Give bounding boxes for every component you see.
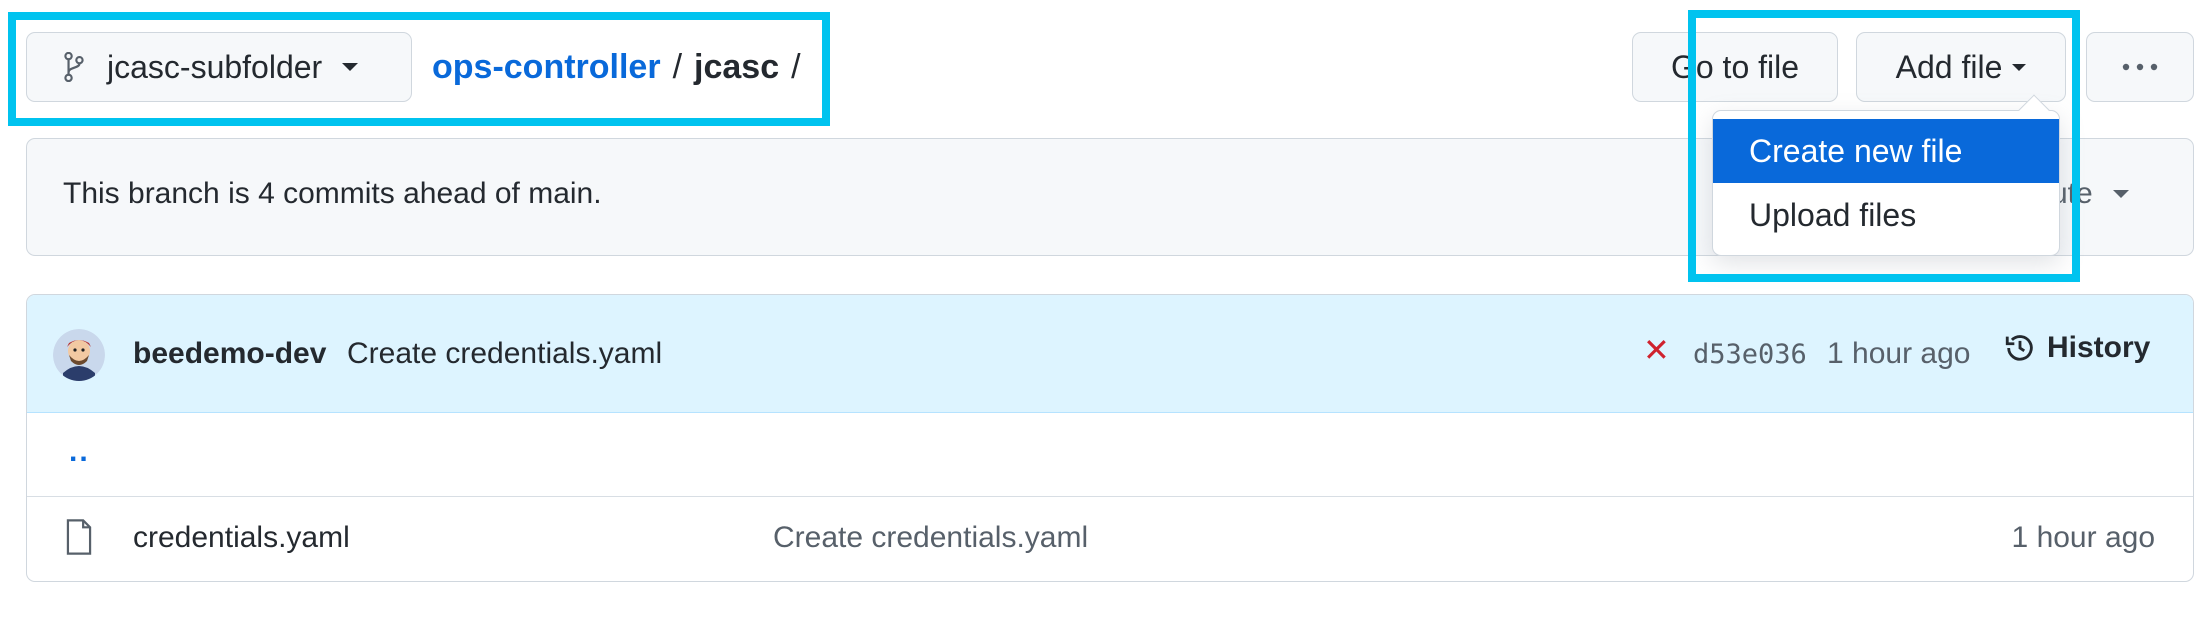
history-label: History: [2047, 331, 2151, 364]
parent-directory-row[interactable]: ..: [27, 413, 2193, 497]
file-name-link[interactable]: credentials.yaml: [133, 521, 350, 555]
branch-status-text: This branch is 4 commits ahead of main.: [63, 177, 602, 210]
file-listing: beedemo-dev Create credentials.yaml ✕ d5…: [26, 294, 2194, 582]
commit-sha-link[interactable]: d53e036: [1693, 339, 1807, 370]
parent-directory-link[interactable]: ..: [69, 435, 90, 469]
more-options-button[interactable]: [2086, 32, 2194, 102]
file-time: 1 hour ago: [2011, 521, 2155, 554]
file-commit-message-link[interactable]: Create credentials.yaml: [773, 521, 1088, 555]
file-icon: [66, 519, 92, 555]
kebab-horizontal-icon: [2122, 63, 2158, 71]
table-row: credentials.yaml Create credentials.yaml…: [27, 497, 2193, 581]
highlight-box-add-file-menu: [1688, 10, 2080, 282]
commit-author-link[interactable]: beedemo-dev: [133, 337, 326, 371]
commit-time: 1 hour ago: [1827, 337, 1971, 370]
highlight-box-branch-breadcrumb: [8, 12, 830, 126]
x-icon[interactable]: ✕: [1643, 331, 1670, 369]
history-link[interactable]: History: [2003, 331, 2150, 365]
latest-commit-row: beedemo-dev Create credentials.yaml ✕ d5…: [27, 295, 2193, 413]
caret-down-icon: [2112, 190, 2129, 198]
history-icon: [2005, 335, 2033, 361]
avatar[interactable]: [53, 329, 105, 381]
commit-message-link[interactable]: Create credentials.yaml: [347, 337, 662, 371]
